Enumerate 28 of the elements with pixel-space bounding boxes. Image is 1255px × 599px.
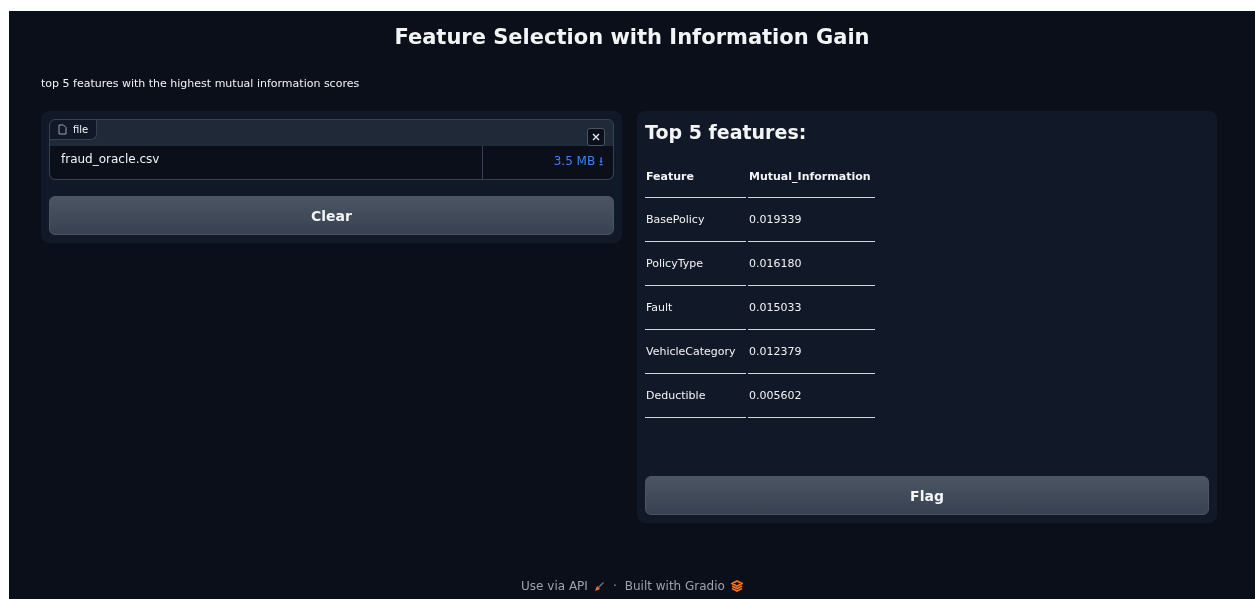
separator: · — [612, 579, 617, 593]
download-link[interactable]: 3.5 MB ⭳ — [483, 146, 613, 179]
gradio-link[interactable]: Built with Gradio — [624, 579, 743, 593]
file-upload[interactable]: file fraud_oracle.csv 3.5 MB ⭳ — [49, 119, 614, 180]
table-cell: 0.005602 — [748, 374, 875, 418]
close-button[interactable] — [587, 128, 605, 146]
column-header: Mutual_Information — [748, 155, 875, 198]
close-icon — [591, 132, 601, 142]
table-cell: 0.016180 — [748, 242, 875, 286]
table-cell: Deductible — [645, 374, 746, 418]
clear-button[interactable]: Clear — [49, 196, 614, 235]
table-cell: PolicyType — [645, 242, 746, 286]
file-icon — [58, 124, 67, 135]
page-title: Feature Selection with Information Gain — [394, 25, 870, 49]
flag-button[interactable]: Flag — [645, 476, 1209, 515]
table-cell: 0.012379 — [748, 330, 875, 374]
table-cell: 0.015033 — [748, 286, 875, 330]
output-heading: Top 5 features: — [645, 121, 807, 143]
table-cell: VehicleCategory — [645, 330, 746, 374]
table-cell: Fault — [645, 286, 746, 330]
file-name: fraud_oracle.csv — [50, 146, 483, 179]
description: top 5 features with the highest mutual information scores — [41, 77, 360, 90]
column-header: Feature — [645, 155, 746, 198]
api-link[interactable]: Use via API — [521, 579, 605, 593]
table-cell: 0.019339 — [748, 198, 875, 242]
file-label-text: file — [73, 124, 89, 135]
logo-icon — [730, 580, 743, 592]
table-cell: BasePolicy — [645, 198, 746, 242]
